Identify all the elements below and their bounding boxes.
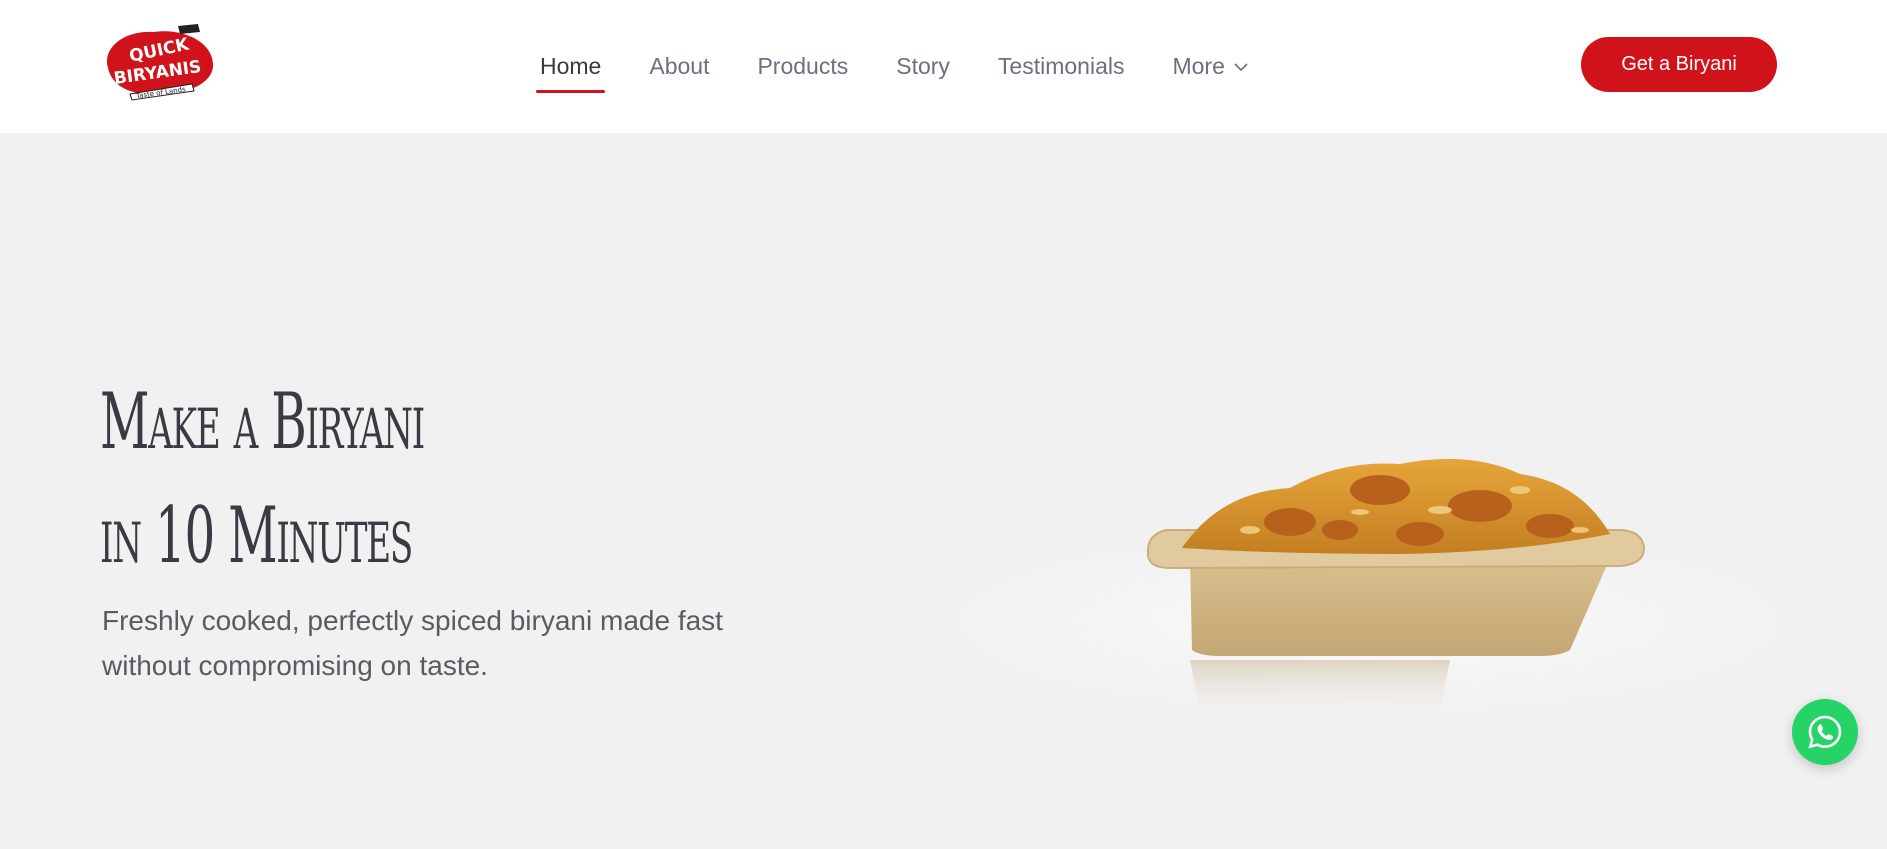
nav-more[interactable]: More: [1172, 53, 1248, 80]
site-header: QUICK BIRYANIS Taste of Lands Home About…: [0, 0, 1887, 133]
nav-home[interactable]: Home: [535, 53, 606, 93]
main-nav: Home About Products Story Testimonials M…: [535, 0, 1297, 133]
nav-about[interactable]: About: [649, 53, 709, 80]
get-biryani-button[interactable]: Get a Biryani: [1581, 37, 1777, 92]
nav-story[interactable]: Story: [896, 53, 950, 80]
hero-title-line1: Make a Biryani: [100, 377, 425, 467]
nav-products[interactable]: Products: [757, 53, 848, 80]
nav-testimonials[interactable]: Testimonials: [998, 53, 1125, 80]
whatsapp-icon: [1808, 715, 1842, 749]
hero-title-line2: in 10 Minutes: [100, 491, 413, 581]
nav-more-label: More: [1172, 53, 1225, 79]
hero-subtitle: Freshly cooked, perfectly spiced biryani…: [102, 605, 723, 681]
biryani-tray-image: [960, 458, 1778, 730]
whatsapp-button[interactable]: [1792, 699, 1858, 765]
chevron-down-icon: [1234, 62, 1248, 71]
brand-logo[interactable]: QUICK BIRYANIS Taste of Lands: [100, 24, 218, 104]
hero-title: Make a Biryani in 10 Minutes: [100, 365, 425, 593]
